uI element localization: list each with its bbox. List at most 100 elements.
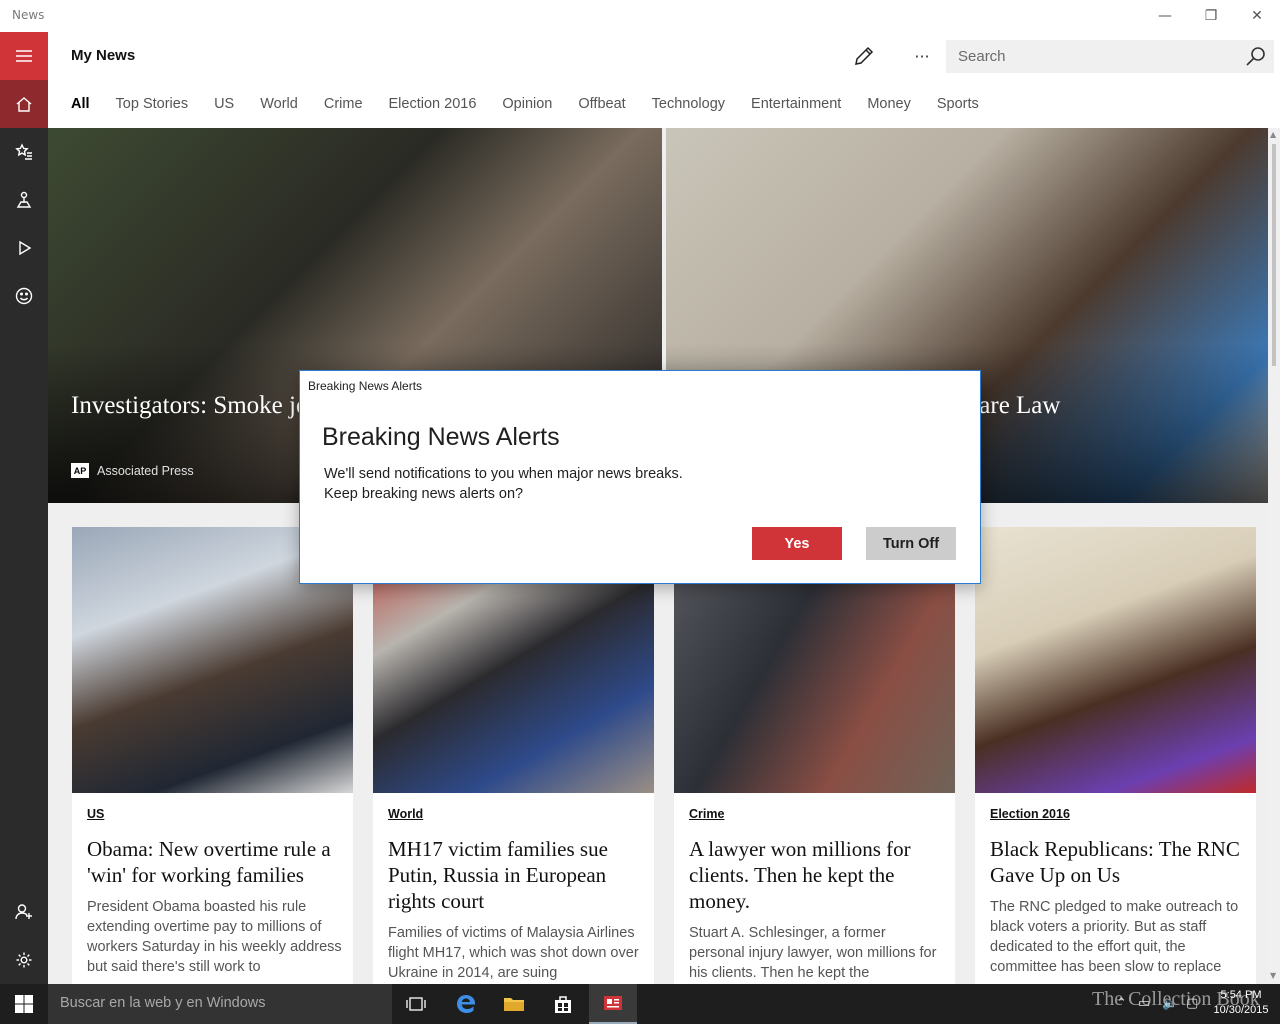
news-card-election-2016[interactable]: Election 2016 Black Republicans: The RNC… [975,527,1256,984]
home-icon [16,97,32,112]
taskbar-search-box[interactable]: Buscar en la web y en Windows [48,984,392,1024]
minimize-icon: — [1158,8,1172,24]
tab-opinion[interactable]: Opinion [502,96,552,112]
app-header: My News ··· All Top Stories US World Cri… [48,32,1280,128]
smiley-icon [15,287,33,305]
dialog-caption: Breaking News Alerts [308,379,423,393]
card-title[interactable]: Black Republicans: The RNC Gave Up on Us [990,836,1245,888]
more-options-button[interactable]: ··· [906,42,938,70]
rail-item-video[interactable] [0,224,48,272]
rail-item-interests[interactable] [0,128,48,176]
hamburger-menu-button[interactable] [0,32,48,80]
window-title-bar: News — ❐ ✕ [0,0,1280,32]
clock-date: 10/30/2015 [1213,1004,1269,1016]
tab-entertainment[interactable]: Entertainment [751,96,841,112]
app-title: News [12,8,45,22]
tab-offbeat[interactable]: Offbeat [578,96,625,112]
close-button[interactable]: ✕ [1234,0,1280,32]
restore-button[interactable]: ❐ [1188,0,1234,32]
vertical-scrollbar[interactable]: ▲ ▼ [1268,128,1280,984]
restore-icon: ❐ [1204,8,1218,24]
turn-off-button[interactable]: Turn Off [866,527,956,560]
show-hidden-icons-icon[interactable]: ⌃ [1116,996,1127,1011]
card-summary: Stuart A. Schlesinger, a former personal… [689,925,937,981]
windows-taskbar: Buscar en la web y en Windows The Collec… [0,984,1280,1024]
start-button[interactable] [0,984,48,1024]
tab-us[interactable]: US [214,96,234,112]
tab-sports[interactable]: Sports [937,96,979,112]
card-title[interactable]: Obama: New overtime rule a 'win' for wor… [87,836,342,888]
page-title: My News [71,47,136,64]
dialog-message: We'll send notifications to you when maj… [324,464,683,504]
tab-crime[interactable]: Crime [324,96,363,112]
card-title[interactable]: A lawyer won millions for clients. Then … [689,836,944,914]
news-app-button[interactable] [589,984,637,1024]
edge-browser-button[interactable] [442,984,490,1024]
hamburger-menu-icon [16,50,32,62]
rail-item-settings[interactable] [0,936,48,984]
taskbar-clock[interactable]: 5:54 PM 10/30/2015 [1206,988,1276,1018]
rail-item-home[interactable] [0,80,48,128]
category-tabs: All Top Stories US World Crime Election … [71,96,1005,112]
dialog-title: Breaking News Alerts [322,423,560,451]
dialog-message-line: Keep breaking news alerts on? [324,486,524,502]
rail-item-local[interactable] [0,176,48,224]
pencil-icon [855,46,874,65]
tab-world[interactable]: World [260,96,298,112]
dialog-message-line: We'll send notifications to you when maj… [324,466,683,482]
close-icon: ✕ [1251,8,1263,24]
add-person-icon [15,904,32,920]
news-card-world[interactable]: World MH17 victim families sue Putin, Ru… [373,527,654,984]
task-view-icon [406,997,426,1011]
breaking-news-dialog: Breaking News Alerts Breaking News Alert… [299,370,981,584]
notifications-icon[interactable]: ▢ [1186,996,1198,1011]
clock-time: 5:54 PM [1220,989,1262,1001]
hero-headline[interactable]: lfare Law [964,390,1264,422]
yes-button[interactable]: Yes [752,527,842,560]
folder-icon [504,998,524,1011]
card-photo [975,527,1256,793]
hero-source: AP Associated Press [71,463,194,478]
tab-all[interactable]: All [71,96,90,112]
card-summary: President Obama boasted his rule extendi… [87,899,342,975]
tab-top-stories[interactable]: Top Stories [116,96,189,112]
tab-technology[interactable]: Technology [652,96,725,112]
tab-election-2016[interactable]: Election 2016 [389,96,477,112]
store-bag-icon [555,996,571,1013]
video-play-icon [19,240,32,256]
card-category[interactable]: Election 2016 [990,807,1070,821]
news-card-crime[interactable]: Crime A lawyer won millions for clients.… [674,527,955,984]
tab-money[interactable]: Money [867,96,911,112]
file-explorer-button[interactable] [490,984,538,1024]
card-summary: The RNC pledged to make outreach to blac… [990,899,1239,975]
edge-icon [457,995,475,1013]
scrollbar-thumb[interactable] [1272,144,1276,366]
volume-icon[interactable]: 🔈 [1162,996,1178,1011]
card-category[interactable]: World [388,807,423,821]
ap-logo-icon: AP [71,463,89,478]
news-card-us[interactable]: US Obama: New overtime rule a 'win' for … [72,527,353,984]
local-icon [16,191,32,208]
windows-logo-icon [15,995,33,1013]
rail-item-feedback[interactable] [0,272,48,320]
search-box [946,40,1274,73]
favorites-star-icon [15,143,32,160]
navigation-rail [0,32,48,984]
task-view-button[interactable] [392,984,440,1024]
card-summary: Families of victims of Malaysia Airlines… [388,925,639,981]
edit-button[interactable] [848,42,880,70]
settings-gear-icon [16,952,32,968]
hero-source-name: Associated Press [97,463,194,478]
search-icon[interactable] [1244,45,1268,69]
card-category[interactable]: Crime [689,807,724,821]
card-title[interactable]: MH17 victim families sue Putin, Russia i… [388,836,643,914]
news-app-icon [604,996,622,1010]
rail-item-account[interactable] [0,888,48,936]
store-button[interactable] [539,984,587,1024]
scroll-down-icon[interactable]: ▼ [1270,971,1276,980]
scroll-up-icon[interactable]: ▲ [1270,130,1276,139]
card-category[interactable]: US [87,807,104,821]
network-icon[interactable]: ▭ [1138,996,1150,1011]
minimize-button[interactable]: — [1142,0,1188,32]
search-input[interactable] [946,40,1236,73]
